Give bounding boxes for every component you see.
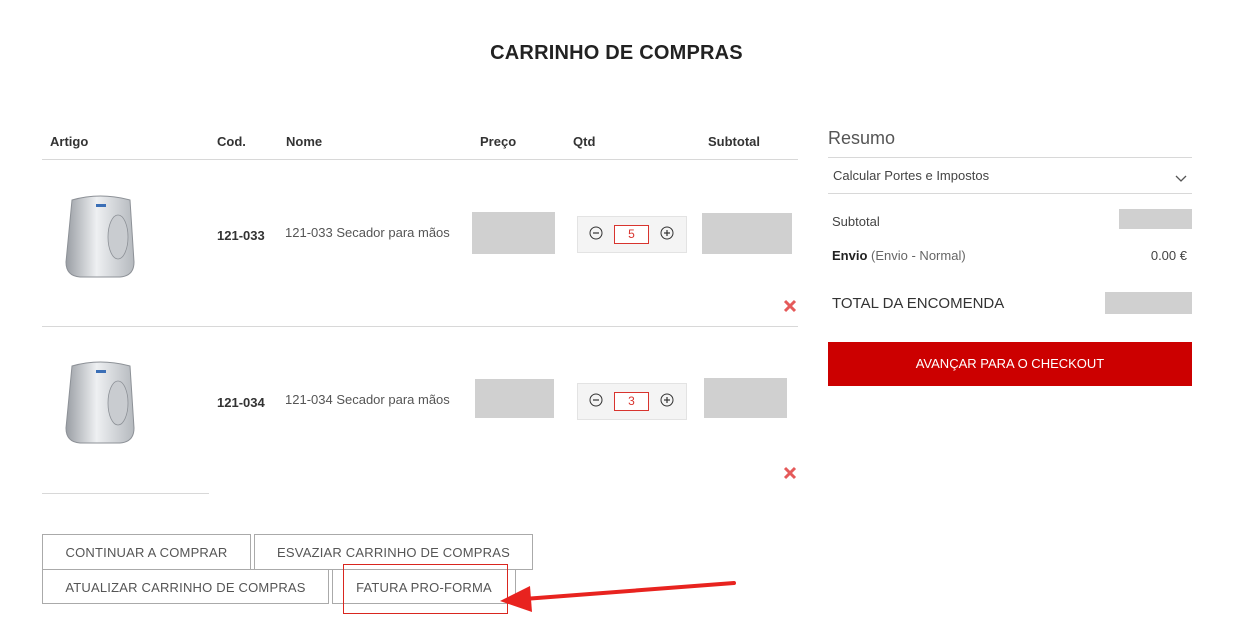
col-header-subtotal: Subtotal [708, 134, 760, 149]
plus-circle-icon[interactable] [660, 393, 674, 407]
summary-subtotal-label: Subtotal [832, 214, 880, 229]
shipping-value: 0.00 € [1150, 248, 1187, 263]
checkout-button[interactable]: AVANÇAR PARA O CHECKOUT [828, 342, 1192, 386]
item-code: 121-034 [217, 395, 265, 410]
continue-shopping-button[interactable]: CONTINUAR A COMPRAR [42, 534, 251, 570]
row-divider [42, 326, 798, 327]
product-image[interactable] [60, 358, 140, 448]
item-code: 121-033 [217, 228, 265, 243]
shipping-estimate-label: Calcular Portes e Impostos [833, 168, 990, 183]
shipping-estimate-toggle[interactable]: Calcular Portes e Impostos [828, 158, 1192, 193]
quantity-stepper: 3 [577, 383, 687, 420]
col-header-artigo: Artigo [50, 134, 89, 149]
update-cart-button[interactable]: ATUALIZAR CARRINHO DE COMPRAS [42, 569, 329, 604]
item-price-redacted [472, 212, 555, 254]
col-header-preco: Preço [480, 134, 517, 149]
summary-divider [828, 193, 1192, 194]
minus-circle-icon[interactable] [589, 393, 603, 407]
shipping-label: Envio [832, 248, 868, 263]
order-total-redacted [1105, 292, 1192, 314]
highlight-box [343, 564, 508, 614]
red-arrow-annotation [490, 570, 740, 620]
col-header-cod: Cod. [217, 134, 246, 149]
chevron-down-icon [1175, 170, 1187, 188]
item-subtotal-redacted [702, 213, 792, 254]
summary-title: Resumo [828, 128, 896, 148]
order-total-label: TOTAL DA ENCOMENDA [832, 295, 1005, 312]
quantity-input[interactable]: 3 [614, 392, 649, 411]
col-header-qtd: Qtd [573, 134, 596, 149]
shipping-method: (Envio - Normal) [871, 248, 966, 263]
col-header-nome: Nome [286, 134, 323, 149]
plus-circle-icon[interactable] [660, 226, 674, 240]
item-name[interactable]: 121-033 Secador para mãos [285, 225, 450, 240]
quantity-stepper: 5 [577, 216, 687, 253]
row-divider [42, 493, 209, 494]
summary-subtotal-redacted [1119, 209, 1192, 229]
item-name[interactable]: 121-034 Secador para mãos [285, 392, 450, 407]
quantity-input[interactable]: 5 [614, 225, 649, 244]
remove-x-icon[interactable] [783, 298, 797, 316]
header-divider [42, 159, 798, 160]
item-price-redacted [475, 379, 554, 418]
remove-x-icon[interactable] [783, 465, 797, 483]
product-image[interactable] [60, 192, 140, 282]
page-title: CARRINHO DE COMPRAS [490, 42, 743, 64]
summary-shipping-row: Envio (Envio - Normal) [832, 248, 966, 263]
item-subtotal-redacted [704, 378, 787, 418]
minus-circle-icon[interactable] [589, 226, 603, 240]
